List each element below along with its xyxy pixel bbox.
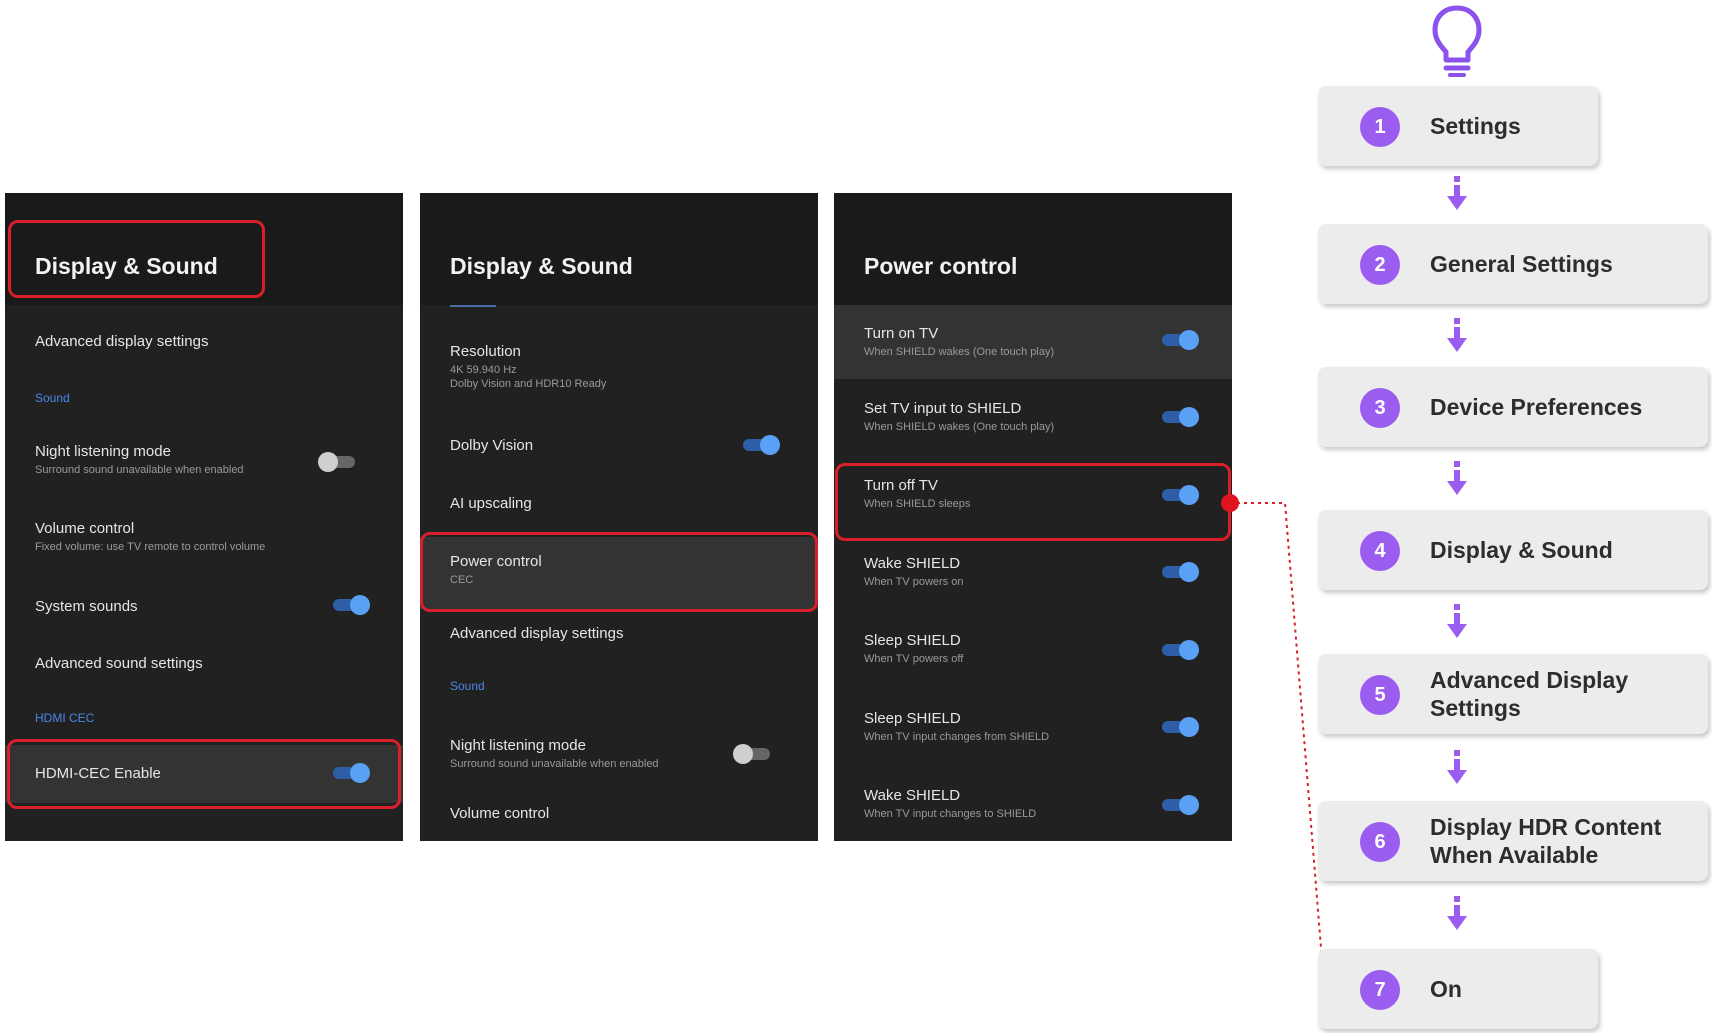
- step-label: Settings: [1430, 113, 1521, 139]
- arrow-down-icon: [1447, 176, 1467, 210]
- step-number-badge: 6: [1360, 822, 1400, 862]
- toggle-wake-shield-on[interactable]: [1159, 560, 1199, 584]
- list-item-description: When TV input changes to SHIELD: [864, 808, 1037, 820]
- step-card: 7 On: [1318, 949, 1598, 1029]
- panel-display-sound-1: Display & Sound Advanced display setting…: [5, 193, 403, 841]
- step-number-badge: 5: [1360, 675, 1400, 715]
- list-item-description: When SHIELD wakes (One touch play): [864, 346, 1055, 358]
- list-item-label: Turn on TV: [864, 325, 939, 342]
- list-item-label: Advanced sound settings: [35, 655, 203, 672]
- list-item-advanced-display-settings[interactable]: Advanced display settings: [420, 625, 818, 642]
- step-label: Advanced Display Settings: [1430, 667, 1629, 721]
- panel-display-sound-2: Display & Sound Resolution 4K 59.940 Hz …: [420, 193, 818, 841]
- toggle-night-listening-mode[interactable]: [733, 742, 773, 766]
- lightbulb-icon: [1428, 2, 1486, 78]
- panel-title: Display & Sound: [450, 253, 633, 279]
- step-card: 6 Display HDR Content When Available: [1318, 801, 1708, 881]
- list-item-description: Surround sound unavailable when enabled: [450, 758, 659, 770]
- list-item-description: Fixed volume: use TV remote to control v…: [35, 541, 266, 553]
- list-item-description: When TV input changes from SHIELD: [864, 731, 1050, 743]
- list-item-description: Dolby Vision and HDR10 Ready: [450, 378, 607, 390]
- list-item-advanced-sound-settings[interactable]: Advanced sound settings: [5, 655, 403, 672]
- list-item-label: System sounds: [35, 598, 138, 615]
- list-item-label: Sleep SHIELD: [864, 632, 961, 649]
- section-header-sound: Sound: [35, 391, 70, 405]
- step-label: Display HDR Content When Available: [1430, 814, 1662, 868]
- step-label: Display & Sound: [1430, 537, 1613, 563]
- list-item-label: Resolution: [450, 343, 521, 360]
- highlight-box: [420, 532, 818, 612]
- list-item-advanced-display-settings[interactable]: Advanced display settings: [5, 333, 403, 350]
- list-item-label: Advanced display settings: [450, 625, 624, 642]
- step-card: 2 General Settings: [1318, 224, 1708, 304]
- list-item-label: AI upscaling: [450, 495, 532, 512]
- list-item-volume-control[interactable]: Volume control Fixed volume: use TV remo…: [5, 520, 403, 553]
- toggle-system-sounds[interactable]: [330, 593, 370, 617]
- list-item-label: Wake SHIELD: [864, 787, 961, 804]
- step-card: 3 Device Preferences: [1318, 367, 1708, 447]
- step-number-badge: 3: [1360, 388, 1400, 428]
- list-item-label: Volume control: [35, 520, 135, 537]
- toggle-turn-on-tv[interactable]: [1159, 328, 1199, 352]
- step-card: 1 Settings: [1318, 86, 1598, 166]
- list-item-description: Surround sound unavailable when enabled: [35, 464, 244, 476]
- toggle-sleep-shield-off[interactable]: [1159, 638, 1199, 662]
- panel-header: Power control: [834, 193, 1232, 305]
- list-item-label: Dolby Vision: [450, 437, 534, 454]
- list-item-description: 4K 59.940 Hz: [450, 364, 517, 376]
- list-item-description: When TV powers on: [864, 576, 964, 588]
- step-card: 4 Display & Sound: [1318, 510, 1708, 590]
- list-item-label: Sleep SHIELD: [864, 710, 961, 727]
- arrow-down-icon: [1447, 461, 1467, 495]
- arrow-down-icon: [1447, 896, 1467, 930]
- list-item-description: When SHIELD wakes (One touch play): [864, 421, 1055, 433]
- arrow-down-icon: [1447, 750, 1467, 784]
- toggle-dolby-vision[interactable]: [740, 433, 780, 457]
- list-item-description: When TV powers off: [864, 653, 964, 665]
- panel-header: Display & Sound: [420, 193, 818, 305]
- list-item-resolution[interactable]: Resolution 4K 59.940 Hz Dolby Vision and…: [420, 343, 818, 390]
- step-number-badge: 2: [1360, 245, 1400, 285]
- list-item-label: Wake SHIELD: [864, 555, 961, 572]
- toggle-wake-shield-input[interactable]: [1159, 793, 1199, 817]
- section-header-sound: Sound: [450, 679, 485, 693]
- list-item-label: Volume control: [450, 805, 550, 822]
- panel-title: Power control: [864, 253, 1018, 279]
- highlight-box: [8, 220, 265, 298]
- section-header-hdmi-cec: HDMI CEC: [35, 711, 95, 725]
- step-number-badge: 1: [1360, 107, 1400, 147]
- list-item-label: Set TV input to SHIELD: [864, 400, 1022, 417]
- toggle-sleep-shield-input[interactable]: [1159, 715, 1199, 739]
- scroll-indicator: [450, 305, 496, 307]
- list-item-label: Advanced display settings: [35, 333, 209, 350]
- list-item-ai-upscaling[interactable]: AI upscaling: [420, 495, 818, 512]
- arrow-down-icon: [1447, 604, 1467, 638]
- panel-power-control: Power control Turn on TV When SHIELD wak…: [834, 193, 1232, 841]
- step-label: General Settings: [1430, 251, 1613, 277]
- step-label: On: [1430, 976, 1462, 1002]
- step-card: 5 Advanced Display Settings: [1318, 654, 1708, 734]
- list-item-volume-control[interactable]: Volume control: [420, 805, 818, 822]
- step-number-badge: 7: [1360, 970, 1400, 1010]
- toggle-night-listening-mode[interactable]: [318, 450, 358, 474]
- step-label: Device Preferences: [1430, 394, 1643, 420]
- highlight-box: [835, 463, 1231, 541]
- highlight-box: [7, 739, 401, 809]
- step-number-badge: 4: [1360, 531, 1400, 571]
- arrow-down-icon: [1447, 318, 1467, 352]
- toggle-set-tv-input[interactable]: [1159, 405, 1199, 429]
